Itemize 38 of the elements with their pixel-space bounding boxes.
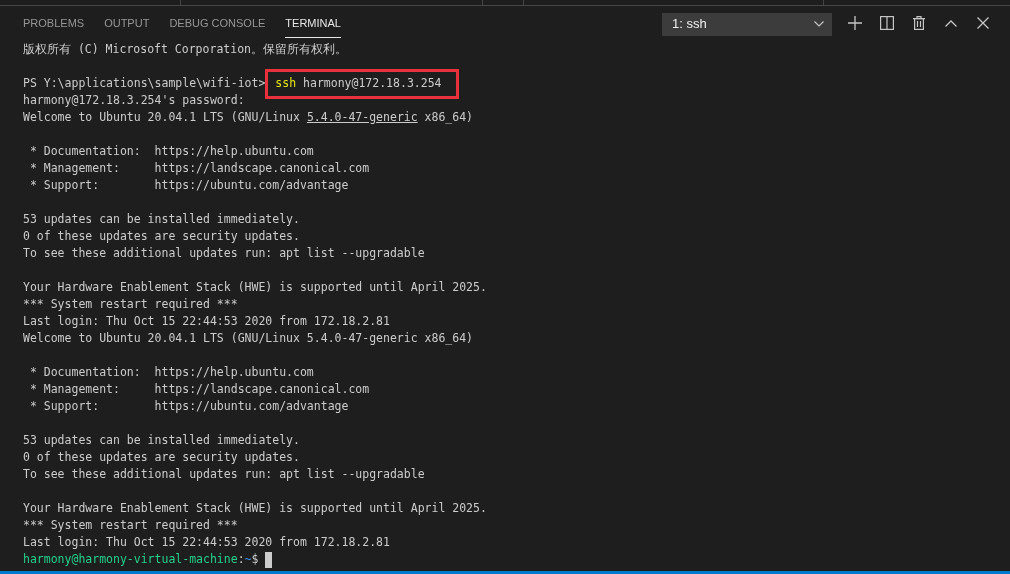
terminal-line: *** System restart required *** <box>23 296 238 313</box>
terminal-line: * Management: https://landscape.canonical.com <box>28 381 370 398</box>
terminal-line: To see these additional updates run: apt list --upgradable <box>23 466 425 483</box>
panel-tab[interactable]: TERMINAL <box>285 6 341 38</box>
terminal-line: Last login: Thu Oct 15 22:44:53 2020 from 172.18.2.81 <box>23 534 390 551</box>
panel-tab[interactable]: DEBUG CONSOLE <box>169 6 266 38</box>
chevron-up-icon[interactable] <box>945 19 957 27</box>
terminal-line: Your Hardware Enablement Stack (HWE) is supported until April 2025. <box>23 279 487 296</box>
terminal-line: * Documentation: https://help.ubuntu.com <box>28 364 314 381</box>
terminal-line: Last login: Thu Oct 15 22:44:53 2020 from 172.18.2.81 <box>23 313 390 330</box>
terminal-prompt: PS Y:\applications\sample\wifi-iot> <box>23 75 266 92</box>
panel-tab[interactable]: OUTPUT <box>104 6 150 38</box>
terminal-line: Welcome to Ubuntu 20.04.1 LTS (GNU/Linux 5.4.0-47-generic x86_64) <box>23 109 474 126</box>
terminal-line: * Support: https://ubuntu.com/advantage <box>28 398 349 415</box>
plus-icon[interactable] <box>848 16 862 30</box>
panel-tab[interactable]: PROBLEMS <box>23 6 85 38</box>
terminal-line: 版权所有 (C) Microsoft Corporation。保留所有权利。 <box>23 41 347 58</box>
select-value: 1: ssh <box>672 15 707 34</box>
command-text: ssh harmony@172.18.3.254 <box>275 75 442 92</box>
terminal-line: * Management: https://landscape.canonical.com <box>28 160 370 177</box>
terminal-line: * Support: https://ubuntu.com/advantage <box>28 177 349 194</box>
terminal-line: 0 of these updates are security updates. <box>23 228 300 245</box>
terminal-line: Welcome to Ubuntu 20.04.1 LTS (GNU/Linux 5.4.0-47-generic x86_64) <box>23 330 474 347</box>
terminal-line: *** System restart required *** <box>23 517 238 534</box>
split-icon[interactable] <box>880 16 894 30</box>
terminal-line: Your Hardware Enablement Stack (HWE) is supported until April 2025. <box>23 500 487 517</box>
terminal-line: 0 of these updates are security updates. <box>23 449 300 466</box>
terminal-line: 53 updates can be installed immediately. <box>23 432 300 449</box>
trash-icon[interactable] <box>913 16 925 30</box>
terminal-line: harmony@172.18.3.254's password: <box>23 92 245 109</box>
chevron-down-icon <box>814 21 824 27</box>
close-icon[interactable] <box>977 17 989 29</box>
terminal-select[interactable]: 1: ssh <box>662 12 832 36</box>
terminal-line: To see these additional updates run: apt list --upgradable <box>23 245 425 262</box>
link[interactable]: 5.4.0-47-generic <box>306 110 418 124</box>
terminal-line: 53 updates can be installed immediately. <box>23 211 300 228</box>
terminal-line: * Documentation: https://help.ubuntu.com <box>28 143 314 160</box>
shell-prompt: harmony@harmony-virtual-machine:~$ <box>23 551 259 568</box>
